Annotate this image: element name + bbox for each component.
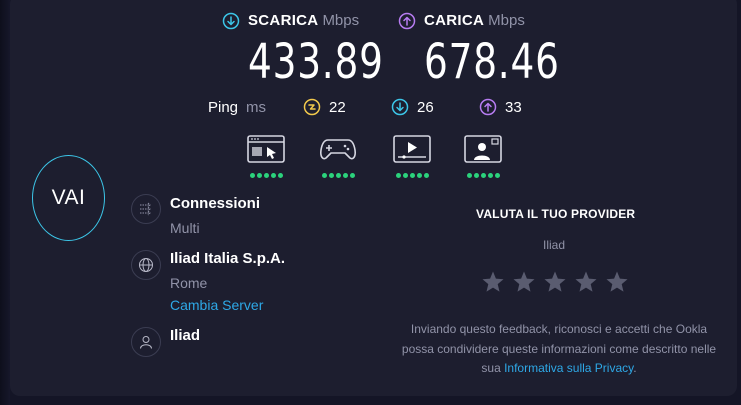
ping-idle: 22 [303, 96, 346, 118]
ping-unit: ms [246, 98, 267, 116]
ping-upload: 33 [479, 96, 522, 118]
privacy-policy-link[interactable]: Informativa sulla Privacy [504, 361, 633, 375]
ping-idle-value: 22 [329, 98, 346, 116]
connections-icon [131, 194, 161, 224]
activity-rating-dots [249, 173, 283, 178]
gaming-icon [318, 134, 358, 169]
activity-rating-dots [395, 173, 429, 178]
ping-row: Ping ms [208, 96, 266, 118]
upload-value: 678.46 [424, 34, 560, 90]
arrow-up-circle-icon [398, 12, 416, 30]
connections-title: Connessioni [170, 195, 261, 212]
globe-icon [131, 250, 161, 280]
star-icon-1[interactable] [481, 270, 505, 294]
star-icon-3[interactable] [543, 270, 567, 294]
go-button[interactable]: VAI [32, 155, 105, 241]
star-rating [481, 270, 629, 294]
upload-unit: Mbps [488, 12, 525, 29]
activity-gaming[interactable] [318, 134, 358, 178]
activity-rating-dots [466, 173, 500, 178]
star-icon-4[interactable] [574, 270, 598, 294]
download-label: SCARICA [248, 12, 319, 29]
ping-idle-icon [303, 98, 321, 116]
ping-download: 26 [391, 96, 434, 118]
server-name: Iliad Italia S.p.A. [170, 250, 286, 267]
rate-provider-title: VALUTA IL TUO PROVIDER [476, 207, 636, 221]
download-value: 433.89 [248, 34, 384, 90]
ping-download-value: 26 [417, 98, 434, 116]
activity-video-streaming[interactable] [392, 134, 432, 178]
feedback-disclaimer: Inviando questo feedback, riconosci e ac… [396, 320, 722, 379]
left-edge [0, 0, 10, 405]
star-icon-2[interactable] [512, 270, 536, 294]
star-icon-5[interactable] [605, 270, 629, 294]
video-streaming-icon [392, 134, 432, 169]
arrow-down-circle-icon [222, 12, 240, 30]
ping-upload-value: 33 [505, 98, 522, 116]
ping-label: Ping [208, 98, 239, 116]
user-icon [131, 327, 161, 357]
web-browsing-icon [246, 134, 286, 169]
activity-web-browsing[interactable] [246, 134, 286, 178]
rate-provider-name: Iliad [543, 238, 566, 252]
disclaimer-end: . [633, 361, 637, 375]
upload-metric: CARICA Mbps 678.46 [398, 10, 598, 88]
download-unit: Mbps [322, 12, 360, 29]
change-server-link[interactable]: Cambia Server [170, 297, 263, 313]
activity-rating-dots [321, 173, 355, 178]
arrow-down-circle-icon [391, 98, 409, 116]
provider-name: Iliad [170, 327, 201, 344]
download-metric: SCARICA Mbps 433.89 [222, 10, 422, 88]
connections-value[interactable]: Multi [170, 220, 200, 236]
upload-label: CARICA [424, 12, 485, 29]
activity-video-call[interactable] [463, 134, 503, 178]
video-call-icon [463, 134, 503, 169]
server-location: Rome [170, 275, 208, 291]
arrow-up-circle-icon [479, 98, 497, 116]
